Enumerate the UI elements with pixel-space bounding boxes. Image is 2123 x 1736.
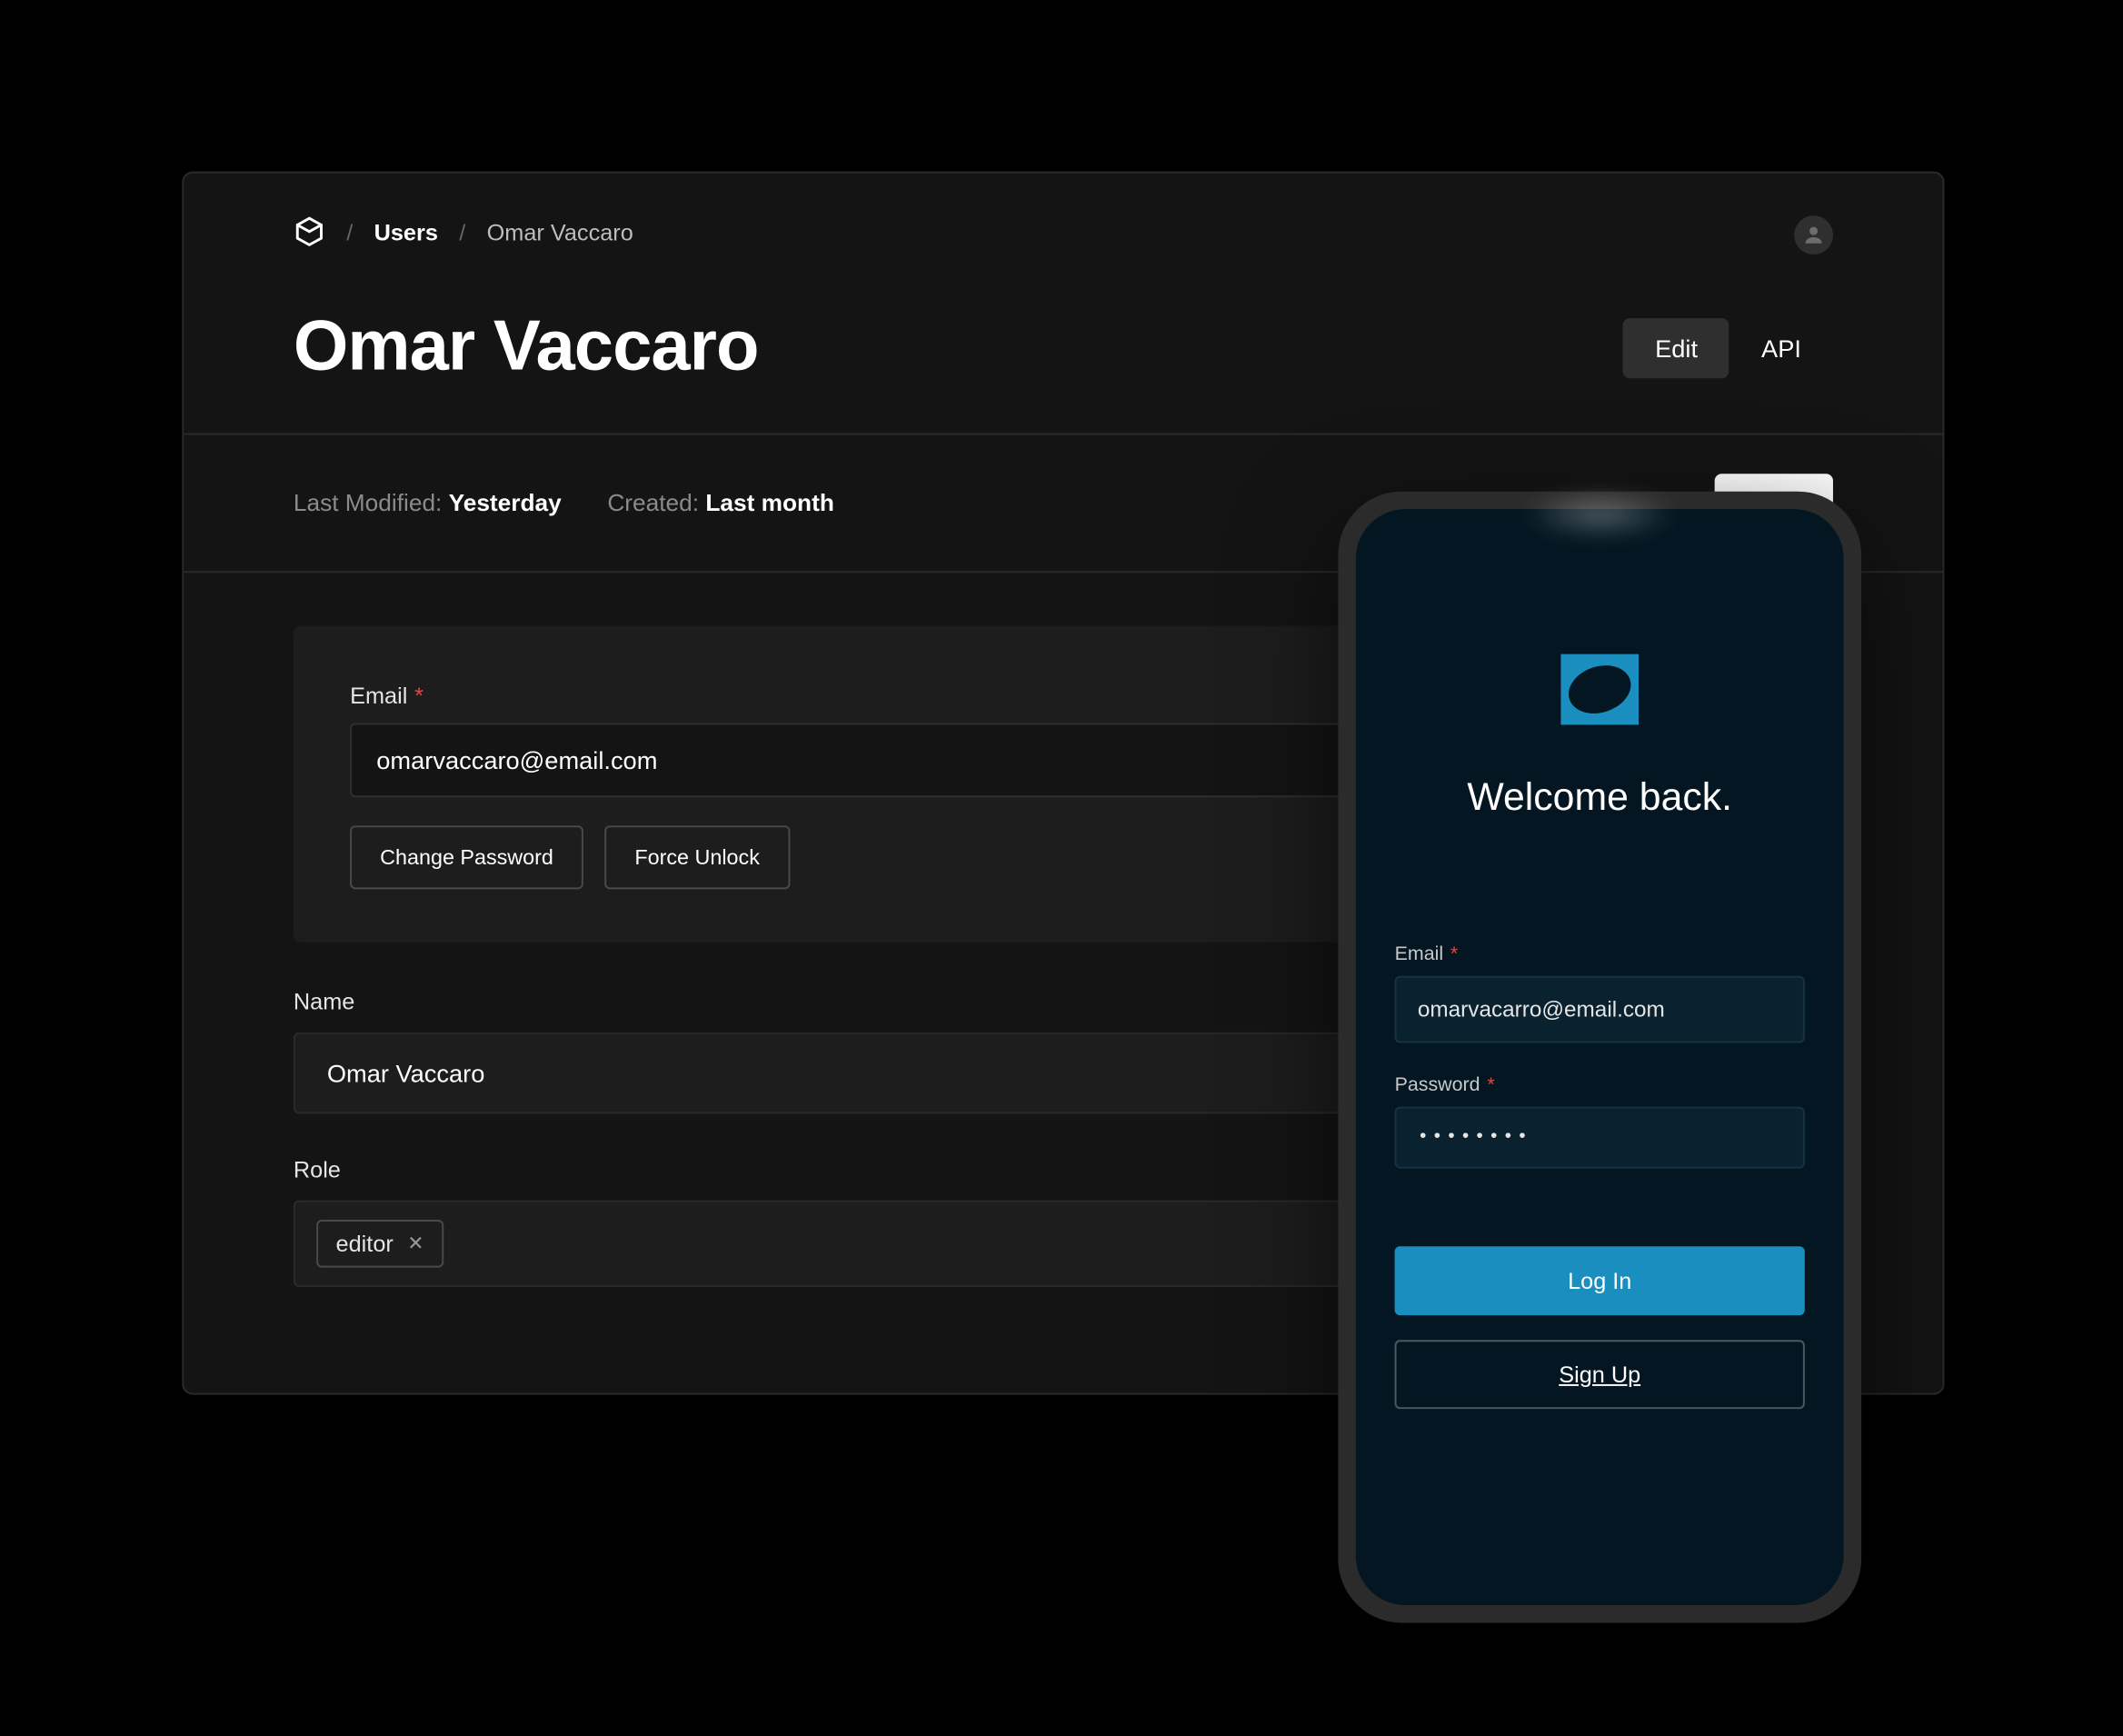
mobile-password-label: Password* [1395,1075,1805,1096]
mobile-password-input[interactable] [1395,1107,1805,1169]
page-title: Omar Vaccaro [294,307,759,387]
title-row: Omar Vaccaro Edit API [184,290,1942,434]
tab-group: Edit API [1623,317,1833,377]
remove-tag-icon[interactable]: ✕ [407,1232,424,1255]
breadcrumb-sep: / [346,218,353,244]
avatar[interactable] [1794,215,1833,254]
meta-info: Last Modified: Yesterday Created: Last m… [294,490,834,516]
phone-notch [1520,492,1679,538]
login-button[interactable]: Log In [1395,1246,1805,1315]
role-tag: editor ✕ [316,1220,444,1268]
breadcrumb-current: Omar Vaccaro [487,218,633,244]
app-logo-icon [1550,647,1650,732]
created: Created: Last month [607,490,834,516]
signup-button[interactable]: Sign Up [1395,1340,1805,1409]
breadcrumb: / Users / Omar Vaccaro [294,215,633,247]
mobile-email-label: Email* [1395,944,1805,965]
mobile-actions: Log In Sign Up [1395,1246,1805,1409]
phone-screen: Welcome back. Email* Password* Log In Si… [1356,509,1844,1605]
breadcrumb-sep: / [459,218,465,244]
mobile-password-field: Password* [1395,1075,1805,1169]
mobile-email-field: Email* [1395,944,1805,1043]
force-unlock-button[interactable]: Force Unlock [604,825,790,889]
tab-edit[interactable]: Edit [1623,317,1729,377]
welcome-title: Welcome back. [1467,774,1732,821]
phone-frame: Welcome back. Email* Password* Log In Si… [1338,492,1861,1623]
tab-api[interactable]: API [1729,317,1833,377]
header: / Users / Omar Vaccaro [184,174,1942,290]
last-modified: Last Modified: Yesterday [294,490,562,516]
breadcrumb-users[interactable]: Users [374,218,438,244]
logo-icon [294,215,325,247]
change-password-button[interactable]: Change Password [350,825,583,889]
mobile-email-input[interactable] [1395,976,1805,1043]
